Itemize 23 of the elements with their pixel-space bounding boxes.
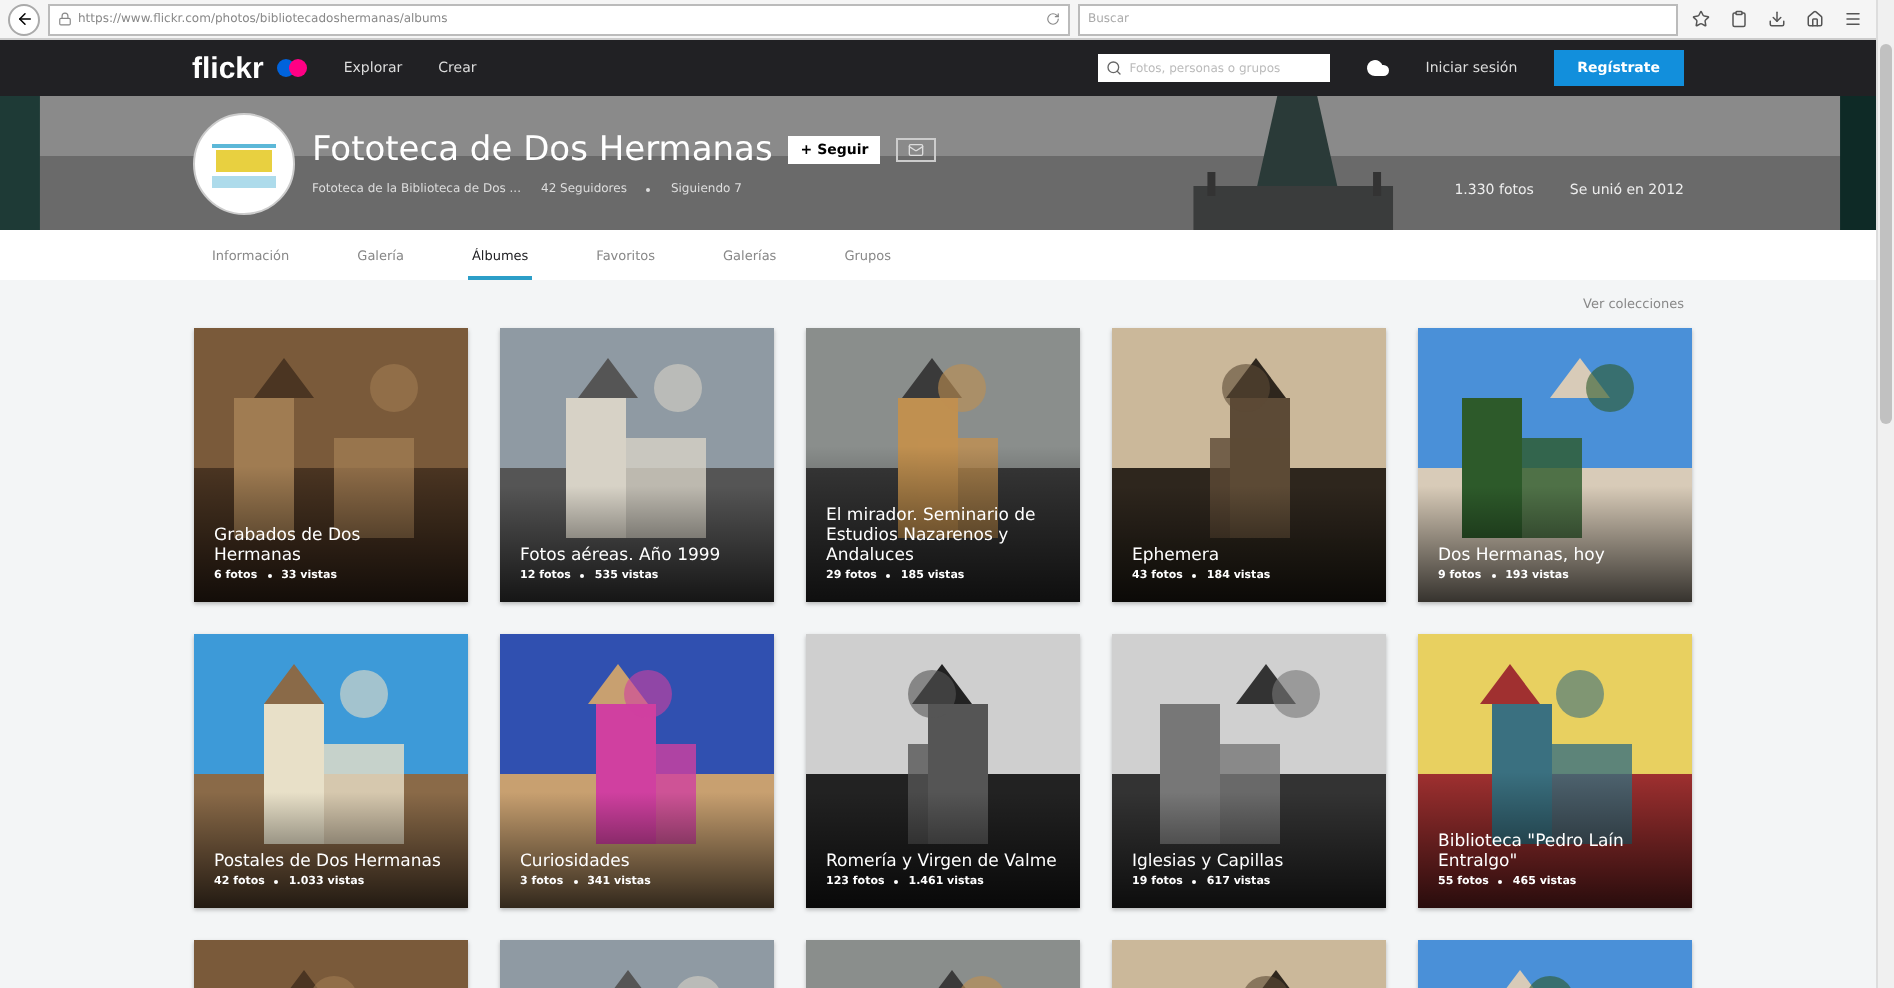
album-title[interactable]: Ephemera (1132, 546, 1366, 566)
back-button[interactable] (8, 3, 40, 35)
lock-icon (58, 12, 72, 26)
upload-cloud-icon[interactable] (1365, 56, 1390, 80)
search-icon[interactable] (1105, 60, 1122, 76)
dots-icon (275, 58, 308, 78)
reload-icon[interactable] (1046, 12, 1060, 26)
avatar-logo (192, 111, 296, 215)
album-title[interactable]: El mirador. Seminario de Estudios Nazarenos y Andaluces (826, 506, 1060, 566)
album-title[interactable]: Romería y Virgen de Valme (826, 852, 1060, 872)
mail-button[interactable] (896, 138, 937, 162)
album-title[interactable]: Fotos aéreas. Año 1999 (520, 546, 754, 566)
album-title[interactable]: Dos Hermanas, hoy (1438, 546, 1672, 566)
profile-name: Fototeca de Dos Hermanas (312, 130, 773, 170)
album-title[interactable]: Biblioteca "Pedro Laín Entralgo" (1438, 832, 1672, 872)
back-arrow-icon[interactable] (15, 10, 33, 28)
album-title[interactable]: Curiosidades (520, 852, 754, 872)
logo[interactable]: flickr (192, 51, 264, 85)
mail-icon[interactable] (908, 142, 925, 158)
scrollbar[interactable] (1876, 0, 1894, 988)
album-title[interactable]: Grabados de Dos Hermanas (214, 526, 448, 566)
album-title[interactable]: Iglesias y Capillas (1132, 852, 1366, 872)
album-title[interactable]: Postales de Dos Hermanas (214, 852, 448, 872)
